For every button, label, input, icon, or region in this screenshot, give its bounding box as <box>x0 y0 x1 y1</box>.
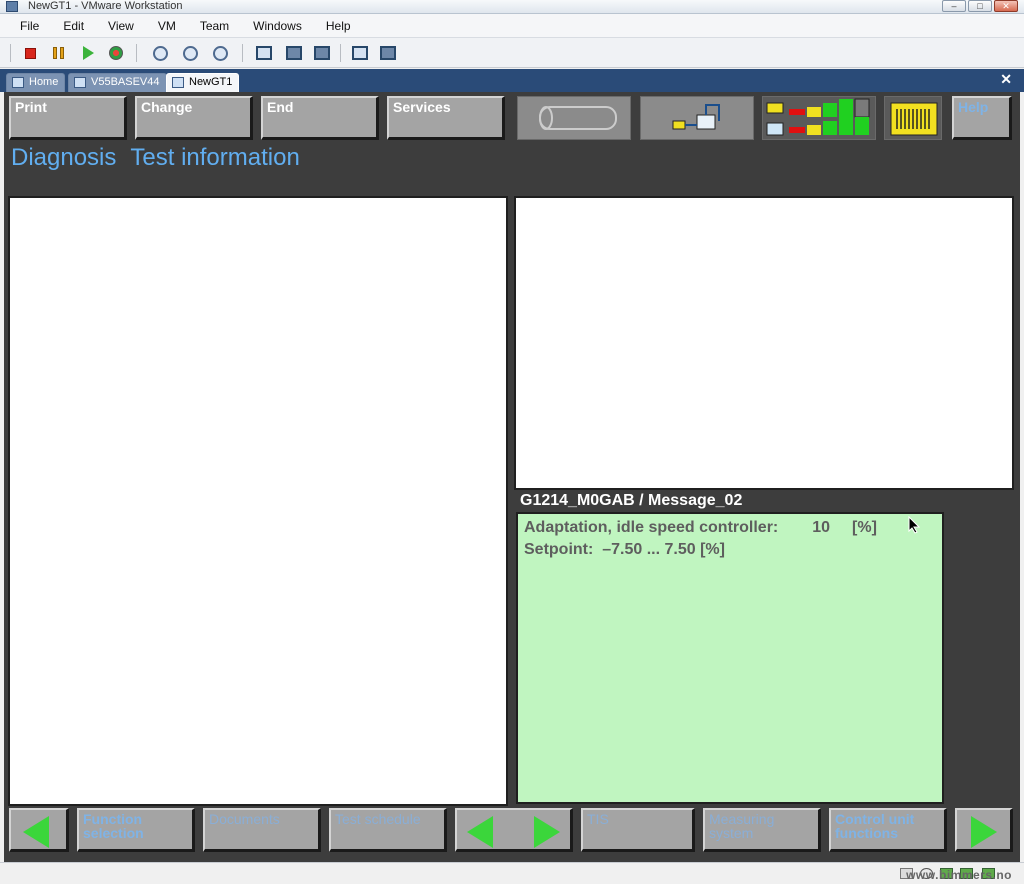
sidebar-icon <box>256 46 272 60</box>
end-button[interactable]: End <box>261 96 379 140</box>
snapshot-manager-icon <box>212 45 228 61</box>
maximize-button[interactable]: □ <box>968 0 992 12</box>
revert-snapshot-icon <box>182 45 198 61</box>
arrow-right-icon <box>971 816 997 848</box>
window-title: NewGT1 - VMware Workstation <box>28 0 183 12</box>
vmware-app-icon <box>6 1 18 12</box>
menu-edit[interactable]: Edit <box>59 14 88 38</box>
function-selection-button[interactable]: Function selection <box>77 808 195 852</box>
battery-icon <box>539 106 617 130</box>
signal-status <box>762 96 876 140</box>
message-box: Adaptation, idle speed controller: 10 [%] … <box>516 512 944 804</box>
tab-label: NewGT1 <box>189 76 233 88</box>
show-sidebar-button[interactable] <box>254 44 274 62</box>
tab-home[interactable]: Home <box>6 73 66 92</box>
quick-switch-button[interactable] <box>312 44 332 62</box>
power-on-button[interactable] <box>78 44 98 62</box>
status-bar: www.bimmers.no <box>0 862 1024 884</box>
summary-view-button[interactable] <box>378 44 398 62</box>
toolbar-separator <box>136 44 137 62</box>
connection-icon <box>672 104 720 130</box>
heading-test-information: Test information <box>130 144 300 171</box>
menu-vm[interactable]: VM <box>154 14 180 38</box>
pause-icon <box>52 47 64 59</box>
toolbar-separator <box>340 44 341 62</box>
play-icon <box>82 46 94 60</box>
minimize-button[interactable]: – <box>942 0 966 12</box>
mouse-cursor-icon <box>908 516 920 534</box>
adaptation-unit: [%] <box>852 519 877 536</box>
connection-status <box>640 96 754 140</box>
interface-plug-icon <box>890 102 938 136</box>
reset-button[interactable] <box>106 44 126 62</box>
arrow-left-icon <box>467 816 493 848</box>
tab-label: V55BASEV44 <box>91 76 160 88</box>
quick-switch-icon <box>314 46 330 60</box>
change-button[interactable]: Change <box>135 96 253 140</box>
documents-button[interactable]: Documents <box>203 808 321 852</box>
tab-label: Home <box>29 76 59 88</box>
message-line-adaptation: Adaptation, idle speed controller: 10 [%] <box>524 517 936 539</box>
menu-help[interactable]: Help <box>322 14 355 38</box>
tab-newgt1[interactable]: NewGT1 <box>166 73 240 92</box>
close-window-button[interactable]: ✕ <box>994 0 1018 12</box>
vm-icon <box>172 77 184 88</box>
page-navigation-button[interactable] <box>455 808 573 852</box>
measuring-system-button[interactable]: Measuring system <box>703 808 821 852</box>
stop-icon <box>24 47 36 59</box>
test-schedule-button[interactable]: Test schedule <box>329 808 447 852</box>
tis-button[interactable]: TIS <box>581 808 695 852</box>
adaptation-label: Adaptation, idle speed controller: <box>524 519 779 536</box>
window-titlebar: NewGT1 - VMware Workstation – □ ✕ <box>0 0 1024 14</box>
left-display-panel <box>8 196 508 806</box>
services-button[interactable]: Services <box>387 96 505 140</box>
back-arrow-button[interactable] <box>9 808 69 852</box>
right-graphic-panel <box>514 196 1014 490</box>
message-line-setpoint: Setpoint: –7.50 ... 7.50 [%] <box>524 541 725 558</box>
guest-screen: Print Change End Services Help Diagnosis… <box>4 92 1020 862</box>
interface-status <box>884 96 942 140</box>
toolbar-separator <box>10 44 11 62</box>
heading-diagnosis: Diagnosis <box>11 144 117 171</box>
console-view-button[interactable] <box>350 44 370 62</box>
full-screen-icon <box>286 46 302 60</box>
summary-icon <box>380 46 396 60</box>
snapshot-manager-button[interactable] <box>210 44 230 62</box>
toolbar-separator <box>242 44 243 62</box>
control-unit-functions-button[interactable]: Control unit functions <box>829 808 947 852</box>
forward-arrow-button[interactable] <box>955 808 1013 852</box>
signal-level-icon <box>766 98 870 136</box>
menu-windows[interactable]: Windows <box>249 14 306 38</box>
menu-file[interactable]: File <box>16 14 43 38</box>
console-icon <box>352 46 368 60</box>
page-title: Diagnosis Test information <box>11 144 314 172</box>
arrow-right-icon <box>534 816 560 848</box>
power-off-button[interactable] <box>20 44 40 62</box>
print-button[interactable]: Print <box>9 96 127 140</box>
full-screen-button[interactable] <box>284 44 304 62</box>
battery-status <box>517 96 631 140</box>
adaptation-value: 10 <box>812 519 831 536</box>
menu-view[interactable]: View <box>104 14 138 38</box>
tab-v55basev44[interactable]: V55BASEV44 <box>68 73 167 92</box>
vm-icon <box>74 77 86 88</box>
snapshot-button[interactable] <box>150 44 170 62</box>
snapshot-icon <box>152 45 168 61</box>
vm-tab-bar: Home V55BASEV44 NewGT1 ✕ <box>0 69 1024 92</box>
home-icon <box>12 77 24 88</box>
revert-snapshot-button[interactable] <box>180 44 200 62</box>
reset-icon <box>109 46 123 60</box>
menu-bar: File Edit View VM Team Windows Help <box>0 14 1024 38</box>
watermark: www.bimmers.no <box>906 868 1012 882</box>
arrow-left-icon <box>23 816 49 848</box>
close-tab-icon[interactable]: ✕ <box>1000 71 1012 88</box>
menu-team[interactable]: Team <box>196 14 233 38</box>
message-title: G1214_M0GAB / Message_02 <box>520 492 743 509</box>
toolbar <box>0 38 1024 68</box>
suspend-button[interactable] <box>48 44 68 62</box>
help-button[interactable]: Help <box>952 96 1012 140</box>
